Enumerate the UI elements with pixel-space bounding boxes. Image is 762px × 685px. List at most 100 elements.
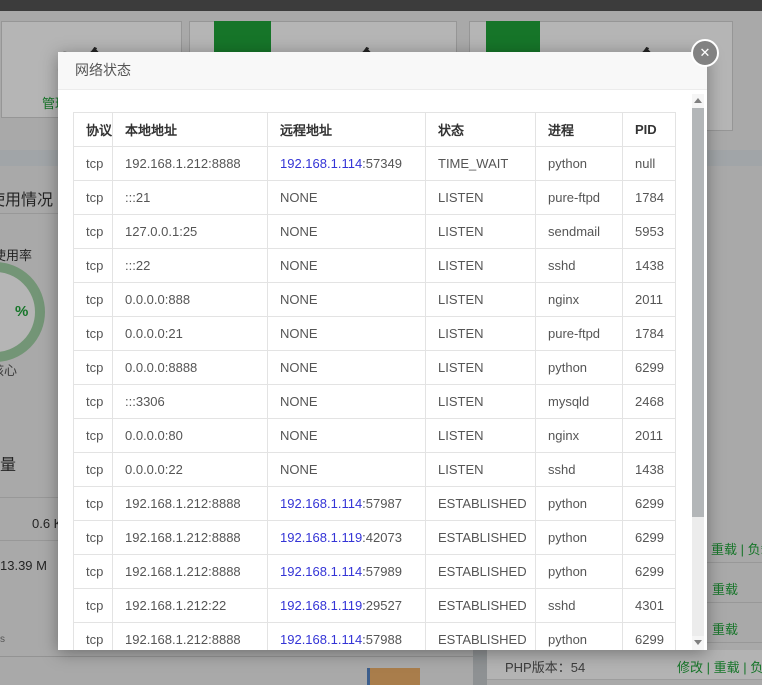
- table-scrollbar[interactable]: [692, 94, 704, 650]
- cell-status: LISTEN: [426, 215, 536, 249]
- remote-ip-link[interactable]: 192.168.1.114: [280, 496, 362, 511]
- cell-remote-address: NONE: [268, 181, 426, 215]
- column-header: 协议: [74, 113, 113, 147]
- cell-process: pure-ftpd: [536, 317, 623, 351]
- cell-process: nginx: [536, 283, 623, 317]
- remote-port: :57987: [362, 496, 402, 511]
- cell-local-address: 192.168.1.212:8888: [113, 147, 268, 181]
- column-header: 进程: [536, 113, 623, 147]
- cell-local-address: 0.0.0.0:8888: [113, 351, 268, 385]
- table-header-row: 协议本地地址远程地址状态进程PID: [74, 113, 676, 147]
- cell-status: LISTEN: [426, 453, 536, 487]
- column-header: 状态: [426, 113, 536, 147]
- connections-table-wrap: 协议本地地址远程地址状态进程PID tcp192.168.1.212:88881…: [73, 112, 677, 650]
- cell-local-address: :::3306: [113, 385, 268, 419]
- cell-process: sshd: [536, 453, 623, 487]
- cell-protocol: tcp: [74, 249, 113, 283]
- cell-remote-address: 192.168.1.114:57989: [268, 555, 426, 589]
- remote-ip-link[interactable]: 192.168.1.114: [280, 564, 362, 579]
- cell-status: LISTEN: [426, 249, 536, 283]
- cell-remote-address: 192.168.1.114:57349: [268, 147, 426, 181]
- remote-port: :42073: [362, 530, 402, 545]
- dialog-title: 网络状态: [75, 52, 707, 89]
- cell-protocol: tcp: [74, 215, 113, 249]
- column-header: PID: [623, 113, 676, 147]
- cell-local-address: 192.168.1.212:8888: [113, 555, 268, 589]
- table-row: tcp0.0.0.0:80NONELISTENnginx2011: [74, 419, 676, 453]
- cell-status: ESTABLISHED: [426, 589, 536, 623]
- cell-process: python: [536, 147, 623, 181]
- cell-process: python: [536, 623, 623, 651]
- connections-table: 协议本地地址远程地址状态进程PID tcp192.168.1.212:88881…: [73, 112, 676, 650]
- cell-protocol: tcp: [74, 589, 113, 623]
- remote-port: :57989: [362, 564, 402, 579]
- remote-ip-link[interactable]: 192.168.1.119: [280, 530, 362, 545]
- cell-status: LISTEN: [426, 317, 536, 351]
- cell-protocol: tcp: [74, 317, 113, 351]
- cell-pid: 2011: [623, 283, 676, 317]
- cell-pid: 5953: [623, 215, 676, 249]
- cell-local-address: 192.168.1.212:8888: [113, 487, 268, 521]
- screen: 2 个 1 个 1 个 管理 使用情况 使用率 % 核心 量 0.6 KB 13…: [0, 0, 762, 685]
- cell-protocol: tcp: [74, 181, 113, 215]
- remote-ip-link[interactable]: 192.168.1.114: [280, 632, 362, 647]
- cell-remote-address: 192.168.1.114:57988: [268, 623, 426, 651]
- cell-status: ESTABLISHED: [426, 623, 536, 651]
- cell-local-address: 0.0.0.0:80: [113, 419, 268, 453]
- cell-local-address: 127.0.0.1:25: [113, 215, 268, 249]
- column-header: 远程地址: [268, 113, 426, 147]
- cell-remote-address: NONE: [268, 215, 426, 249]
- table-row: tcp192.168.1.212:8888192.168.1.114:57989…: [74, 555, 676, 589]
- remote-port: :57349: [362, 156, 402, 171]
- table-row: tcp127.0.0.1:25NONELISTENsendmail5953: [74, 215, 676, 249]
- table-row: tcp0.0.0.0:22NONELISTENsshd1438: [74, 453, 676, 487]
- cell-protocol: tcp: [74, 453, 113, 487]
- cell-process: python: [536, 487, 623, 521]
- scroll-up-button[interactable]: [692, 94, 704, 108]
- cell-protocol: tcp: [74, 419, 113, 453]
- cell-pid: 6299: [623, 623, 676, 651]
- cell-process: mysqld: [536, 385, 623, 419]
- table-row: tcp:::3306NONELISTENmysqld2468: [74, 385, 676, 419]
- cell-remote-address: NONE: [268, 385, 426, 419]
- cell-status: LISTEN: [426, 419, 536, 453]
- cell-local-address: 0.0.0.0:21: [113, 317, 268, 351]
- cell-process: python: [536, 555, 623, 589]
- cell-process: sshd: [536, 249, 623, 283]
- cell-local-address: 192.168.1.212:8888: [113, 521, 268, 555]
- table-row: tcp192.168.1.212:8888192.168.1.119:42073…: [74, 521, 676, 555]
- cell-pid: 1438: [623, 453, 676, 487]
- cell-protocol: tcp: [74, 351, 113, 385]
- table-row: tcp0.0.0.0:21NONELISTENpure-ftpd1784: [74, 317, 676, 351]
- cell-status: LISTEN: [426, 181, 536, 215]
- table-row: tcp0.0.0.0:888NONELISTENnginx2011: [74, 283, 676, 317]
- table-row: tcp192.168.1.212:8888192.168.1.114:57349…: [74, 147, 676, 181]
- remote-ip-link[interactable]: 192.168.1.119: [280, 598, 362, 613]
- scroll-down-button[interactable]: [692, 636, 704, 650]
- table-row: tcp192.168.1.212:22192.168.1.119:29527ES…: [74, 589, 676, 623]
- cell-process: sendmail: [536, 215, 623, 249]
- cell-process: python: [536, 521, 623, 555]
- cell-pid: 2468: [623, 385, 676, 419]
- table-row: tcp:::21NONELISTENpure-ftpd1784: [74, 181, 676, 215]
- table-row: tcp192.168.1.212:8888 192.168.1.114:57987…: [74, 487, 676, 521]
- cell-process: nginx: [536, 419, 623, 453]
- cell-process: pure-ftpd: [536, 181, 623, 215]
- cell-pid: 6299: [623, 351, 676, 385]
- cell-remote-address: NONE: [268, 351, 426, 385]
- cell-status: ESTABLISHED: [426, 521, 536, 555]
- remote-port: :57988: [362, 632, 402, 647]
- network-status-dialog: 网络状态 ✕ 协议本地地址远程地址状态进程PID tcp192.168.1.21…: [58, 52, 707, 650]
- cell-protocol: tcp: [74, 487, 113, 521]
- cell-pid: 6299: [623, 487, 676, 521]
- cell-pid: 2011: [623, 419, 676, 453]
- cell-status: ESTABLISHED: [426, 555, 536, 589]
- cell-process: python: [536, 351, 623, 385]
- cell-remote-address: NONE: [268, 283, 426, 317]
- cell-pid: 1784: [623, 181, 676, 215]
- remote-port: :29527: [362, 598, 402, 613]
- scrollbar-thumb[interactable]: [692, 108, 704, 517]
- close-icon[interactable]: ✕: [691, 39, 719, 67]
- cell-local-address: 192.168.1.212:8888: [113, 623, 268, 651]
- remote-ip-link[interactable]: 192.168.1.114: [280, 156, 362, 171]
